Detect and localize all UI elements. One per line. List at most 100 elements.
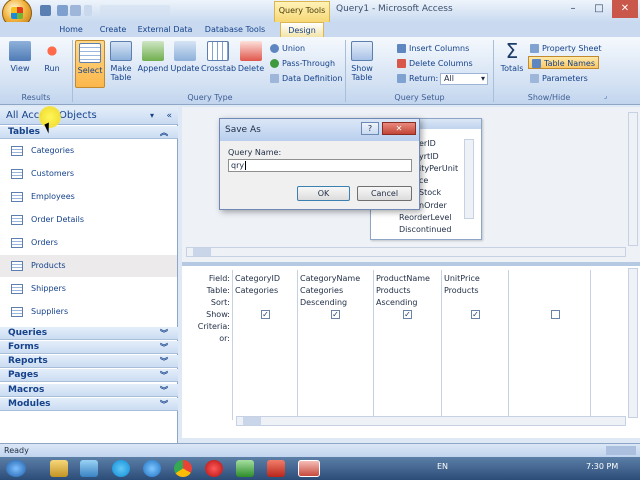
design-pane-horizontal-scrollbar[interactable] <box>186 247 626 257</box>
nav-pane-header[interactable]: All Access Objects ▾ « <box>0 107 178 125</box>
system-tray-icons[interactable] <box>464 462 554 474</box>
opera-icon[interactable] <box>205 460 223 477</box>
media-player-icon[interactable] <box>80 460 98 477</box>
data-definition-button[interactable]: Data Definition <box>270 72 342 85</box>
file-explorer-icon[interactable] <box>50 460 68 477</box>
nav-section-tables[interactable]: Tables ︽ <box>0 126 178 139</box>
field-list-item[interactable]: ityPerUnit <box>419 164 458 173</box>
grid-table-cell[interactable]: Products <box>444 286 479 295</box>
chrome-icon[interactable] <box>174 460 192 477</box>
field-list-item[interactable]: yrtID <box>419 152 439 161</box>
nav-item-order-details[interactable]: Order Details <box>0 209 177 231</box>
tab-external-data[interactable]: External Data <box>136 22 194 37</box>
nav-section-forms[interactable]: Forms ︾ <box>0 341 178 354</box>
close-button[interactable]: ✕ <box>612 0 638 18</box>
grid-show-checkbox[interactable]: ✓ <box>261 310 270 319</box>
crosstab-button[interactable]: Crosstab <box>201 41 236 73</box>
grid-show-checkbox[interactable]: ✓ <box>471 310 480 319</box>
delete-columns-button[interactable]: Delete Columns <box>397 57 473 70</box>
parameters-button[interactable]: Parameters <box>530 72 588 85</box>
language-indicator[interactable]: EN <box>437 462 448 471</box>
excel-icon[interactable] <box>236 460 254 477</box>
field-list-item[interactable]: Stock <box>419 188 441 197</box>
grid-vertical-scrollbar[interactable] <box>628 268 638 418</box>
make-table-button[interactable]: Make Table <box>107 41 135 82</box>
field-list-item[interactable]: ce <box>419 176 428 185</box>
powerpoint-icon[interactable] <box>298 460 320 477</box>
insert-columns-button[interactable]: Insert Columns <box>397 42 469 55</box>
nav-item-customers[interactable]: Customers <box>0 163 177 185</box>
return-dropdown[interactable]: All ▾ <box>440 73 488 85</box>
grid-table-cell[interactable]: Products <box>376 286 411 295</box>
property-sheet-button[interactable]: Property Sheet <box>530 42 602 55</box>
chevron-down-icon[interactable]: ▾ <box>150 107 154 125</box>
totals-button[interactable]: Σ Totals <box>497 41 527 73</box>
start-button[interactable] <box>6 460 26 477</box>
field-list-scrollbar[interactable] <box>464 139 474 219</box>
grid-field-cell[interactable]: CategoryName <box>300 274 360 283</box>
tab-create[interactable]: Create <box>94 22 132 37</box>
nav-section-queries[interactable]: Queries ︾ <box>0 327 178 340</box>
grid-sort-cell[interactable]: Ascending <box>376 298 417 307</box>
scrollbar-thumb[interactable] <box>193 248 211 256</box>
field-list-item[interactable]: Discontinued <box>399 225 451 234</box>
dialog-help-button[interactable]: ? <box>361 122 379 135</box>
ok-button[interactable]: OK <box>297 186 350 201</box>
pass-through-button[interactable]: Pass-Through <box>270 57 335 70</box>
nav-item-orders[interactable]: Orders <box>0 232 177 254</box>
nav-section-pages[interactable]: Pages ︾ <box>0 369 178 382</box>
design-pane-vertical-scrollbar[interactable] <box>628 112 638 246</box>
tab-database-tools[interactable]: Database Tools <box>200 22 270 37</box>
skype-icon[interactable] <box>112 460 130 477</box>
internet-explorer-icon[interactable] <box>143 460 161 477</box>
nav-section-reports[interactable]: Reports ︾ <box>0 355 178 368</box>
nav-section-modules[interactable]: Modules ︾ <box>0 398 178 411</box>
redo-icon[interactable] <box>70 5 81 16</box>
grid-show-checkbox[interactable] <box>551 310 560 319</box>
select-query-button[interactable]: Select <box>75 40 105 88</box>
grid-show-checkbox[interactable]: ✓ <box>403 310 412 319</box>
grid-field-cell[interactable]: CategoryID <box>235 274 280 283</box>
table-names-button[interactable]: Table Names <box>528 56 599 69</box>
append-button[interactable]: Append <box>137 41 169 73</box>
nav-item-categories[interactable]: Categories <box>0 140 177 162</box>
field-list-item[interactable]: nOrder <box>419 201 447 210</box>
grid-field-cell[interactable]: ProductName <box>376 274 430 283</box>
clock[interactable]: 7:30 PM <box>586 462 618 471</box>
tab-home[interactable]: Home <box>52 22 90 37</box>
scrollbar-thumb[interactable] <box>243 417 261 425</box>
nav-section-macros[interactable]: Macros ︾ <box>0 384 178 397</box>
collapse-pane-icon[interactable]: « <box>166 107 172 125</box>
cancel-button[interactable]: Cancel <box>357 186 412 201</box>
run-button[interactable]: Run <box>38 41 66 73</box>
dialog-close-button[interactable]: ✕ <box>382 122 416 135</box>
view-button[interactable]: View <box>6 41 34 73</box>
nav-item-products[interactable]: Products <box>0 255 177 277</box>
update-button[interactable]: Update <box>170 41 200 73</box>
view-shortcuts-icons[interactable] <box>606 446 636 455</box>
union-button[interactable]: Union <box>270 42 305 55</box>
grid-field-cell[interactable]: UnitPrice <box>444 274 480 283</box>
qat-dropdown-icon[interactable] <box>84 5 92 16</box>
maximize-button[interactable]: □ <box>586 0 612 18</box>
grid-show-checkbox[interactable]: ✓ <box>331 310 340 319</box>
grid-sort-cell[interactable]: Descending <box>300 298 347 307</box>
tab-design[interactable]: Design <box>280 22 324 37</box>
minimize-button[interactable]: – <box>560 0 586 18</box>
nav-item-shippers[interactable]: Shippers <box>0 278 177 300</box>
grid-row-label-table: Table: <box>206 286 230 295</box>
field-list-item[interactable]: ReorderLevel <box>399 213 452 222</box>
query-name-input[interactable]: qry <box>228 159 412 172</box>
grid-horizontal-scrollbar[interactable] <box>236 416 626 426</box>
show-table-button[interactable]: Show Table <box>348 41 376 82</box>
field-list-item[interactable]: erID <box>419 139 436 148</box>
nav-item-suppliers[interactable]: Suppliers <box>0 301 177 323</box>
access-icon[interactable] <box>267 460 285 477</box>
save-icon[interactable] <box>40 5 51 16</box>
delete-query-button[interactable]: Delete <box>237 41 265 73</box>
grid-table-cell[interactable]: Categories <box>300 286 343 295</box>
nav-item-employees[interactable]: Employees <box>0 186 177 208</box>
undo-icon[interactable] <box>57 5 68 16</box>
grid-table-cell[interactable]: Categories <box>235 286 278 295</box>
dialog-launcher-icon[interactable]: ⌟ <box>604 92 607 100</box>
